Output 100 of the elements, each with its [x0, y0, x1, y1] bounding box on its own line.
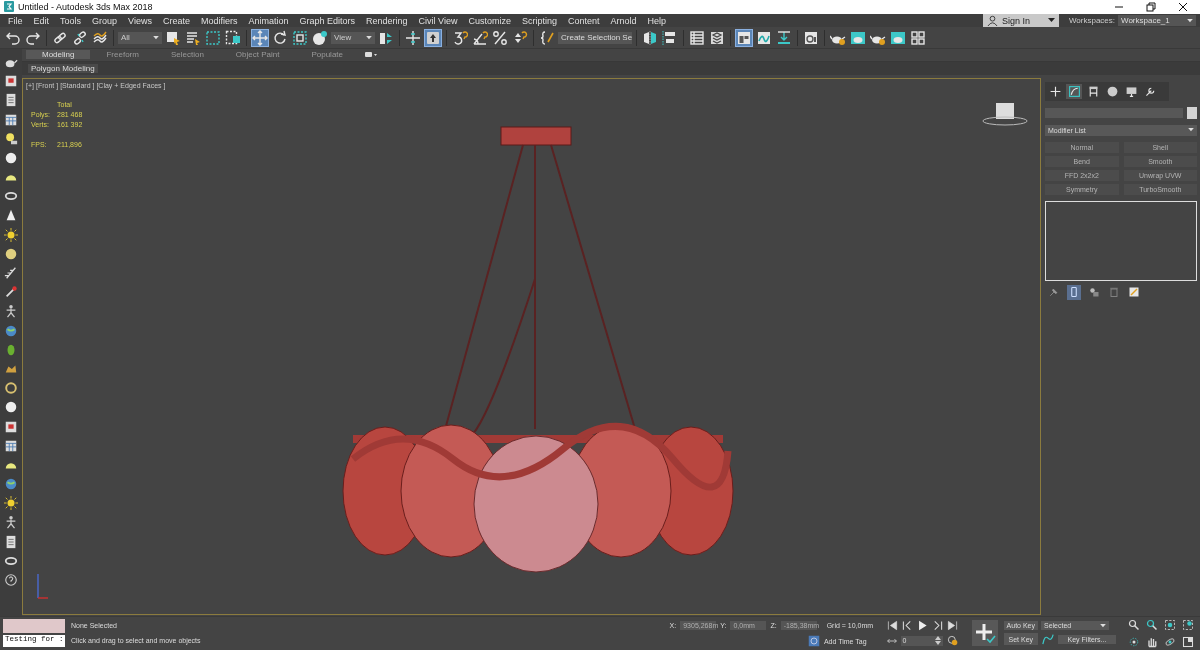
menu-item[interactable]: Views: [124, 15, 159, 26]
ribbon-tab[interactable]: Object Paint: [219, 50, 296, 60]
ribbon-panel-tab[interactable]: Polygon Modeling: [28, 63, 98, 73]
move-arrows-icon: [252, 29, 268, 46]
plus-icon: [1048, 84, 1062, 98]
menu-item[interactable]: Tools: [56, 15, 89, 26]
ribbon-tab[interactable]: Modeling: [26, 50, 91, 60]
close-icon: [1178, 1, 1188, 12]
tag-icon: [807, 635, 820, 648]
move-arrows-button[interactable]: [251, 28, 269, 47]
zoom-extents-all-icon: [1182, 618, 1194, 631]
sphere-icon: [4, 150, 18, 165]
modify-curve-icon: [1067, 84, 1081, 98]
menu-item[interactable]: Help: [643, 15, 673, 26]
sphere-icon: [312, 29, 328, 46]
calendar-icon: [4, 438, 18, 453]
scale-button[interactable]: [291, 28, 309, 47]
wand-icon: [4, 285, 18, 300]
menu-item[interactable]: Civil View: [414, 15, 465, 26]
broken-link-button[interactable]: [71, 28, 89, 47]
menu-item[interactable]: Customize: [464, 15, 518, 26]
ribbon-tab[interactable]: Selection: [154, 50, 220, 60]
cone-icon: [4, 208, 18, 223]
grid-button[interactable]: [909, 28, 927, 47]
zoom-icon: [1128, 618, 1140, 631]
grid-icon: [910, 29, 926, 46]
listener-output-field[interactable]: [3, 619, 65, 634]
percent-button[interactable]: [491, 28, 509, 47]
menu-item[interactable]: Create: [158, 15, 197, 26]
mirror-button[interactable]: [641, 28, 659, 47]
pan-hand-icon: [1146, 635, 1158, 648]
figure-icon: [4, 515, 18, 530]
angle-button[interactable]: [471, 28, 489, 47]
axis-cross-button[interactable]: [404, 28, 422, 47]
sphere-button[interactable]: [311, 28, 329, 47]
modifier-stack[interactable]: [1045, 200, 1197, 281]
rotate-button[interactable]: [271, 28, 289, 47]
color-swatch[interactable]: [1187, 106, 1197, 119]
menu-item[interactable]: Scripting: [517, 15, 564, 26]
window-title: Untitled - Autodesk 3ds Max 2018: [18, 1, 153, 12]
figure-icon: [4, 304, 18, 319]
pin-icon: [1048, 286, 1060, 299]
menu-item[interactable]: Group: [88, 15, 125, 26]
menu-item[interactable]: Graph Editors: [295, 15, 362, 26]
picture-frame-icon: [4, 74, 18, 89]
sun-icon: [4, 227, 18, 242]
brace-button[interactable]: [538, 28, 556, 47]
motion-circle-icon: [1105, 84, 1119, 98]
zoom-all-icon: [1146, 618, 1158, 631]
plus-key-icon: [973, 622, 996, 645]
menu-item[interactable]: Rendering: [362, 15, 415, 26]
unique-icon: [1088, 286, 1100, 299]
dashed-square-button[interactable]: [224, 28, 242, 47]
set-keys-button[interactable]: [971, 620, 998, 647]
selection-set-field[interactable]: Create Selection Se: [558, 31, 632, 44]
command-panel-tab[interactable]: [1066, 83, 1082, 99]
layout-button[interactable]: [735, 28, 753, 47]
teapot-window-icon: [850, 29, 866, 46]
list-arrow-icon: [185, 29, 201, 46]
ribbon-tab[interactable]: Freeform: [90, 50, 155, 60]
filter-dropdown[interactable]: View: [331, 31, 375, 44]
axis-tripod-icon: [35, 571, 49, 602]
filter-dropdown[interactable]: All: [118, 31, 162, 44]
play-icon: [916, 620, 928, 632]
ball-icon: [4, 246, 18, 261]
table-icon: [689, 29, 705, 46]
menu-item[interactable]: File: [4, 15, 30, 26]
monitor-icon: [1124, 84, 1138, 98]
scale-icon: [292, 29, 308, 46]
ribbon-tab[interactable]: Populate: [295, 50, 359, 60]
workspace-dropdown[interactable]: Workspace_1: [1118, 15, 1196, 27]
menu-item[interactable]: Edit: [29, 15, 57, 26]
help-icon: [4, 573, 18, 588]
sign-in-button[interactable]: Sign In: [982, 14, 1059, 28]
menu-item[interactable]: Modifiers: [196, 15, 245, 26]
stack-result-icon: [1068, 286, 1080, 299]
globe-icon: [4, 477, 18, 492]
layout-icon: [736, 29, 752, 46]
go-end-icon: [946, 620, 958, 632]
caret-icon: [1100, 623, 1106, 628]
caret-icon: [366, 35, 372, 40]
axis-cross-icon: [405, 29, 421, 46]
globe-icon: [4, 323, 18, 338]
menu-item[interactable]: Animation: [244, 15, 296, 26]
workspaces-label: Workspaces:: [1068, 16, 1115, 26]
wave-icon: [92, 29, 108, 46]
keyboard-arrow-button[interactable]: [424, 28, 442, 47]
dashed-square-icon: [205, 29, 221, 46]
dashed-square-button[interactable]: [204, 28, 222, 47]
menu-item[interactable]: Arnold: [606, 15, 644, 26]
orbit-icon: [1164, 635, 1176, 648]
download-bar-button[interactable]: [775, 28, 793, 47]
caret-icon: [153, 35, 159, 40]
table-button[interactable]: [688, 28, 706, 47]
snap-magnet-icon: [452, 29, 468, 46]
select-arrow-icon: [165, 29, 181, 46]
menu-item[interactable]: Content: [563, 15, 607, 26]
ribbon-options-button[interactable]: [365, 51, 377, 59]
stack-tool-button[interactable]: [1067, 284, 1081, 300]
teapot-window-icon: [890, 29, 906, 46]
